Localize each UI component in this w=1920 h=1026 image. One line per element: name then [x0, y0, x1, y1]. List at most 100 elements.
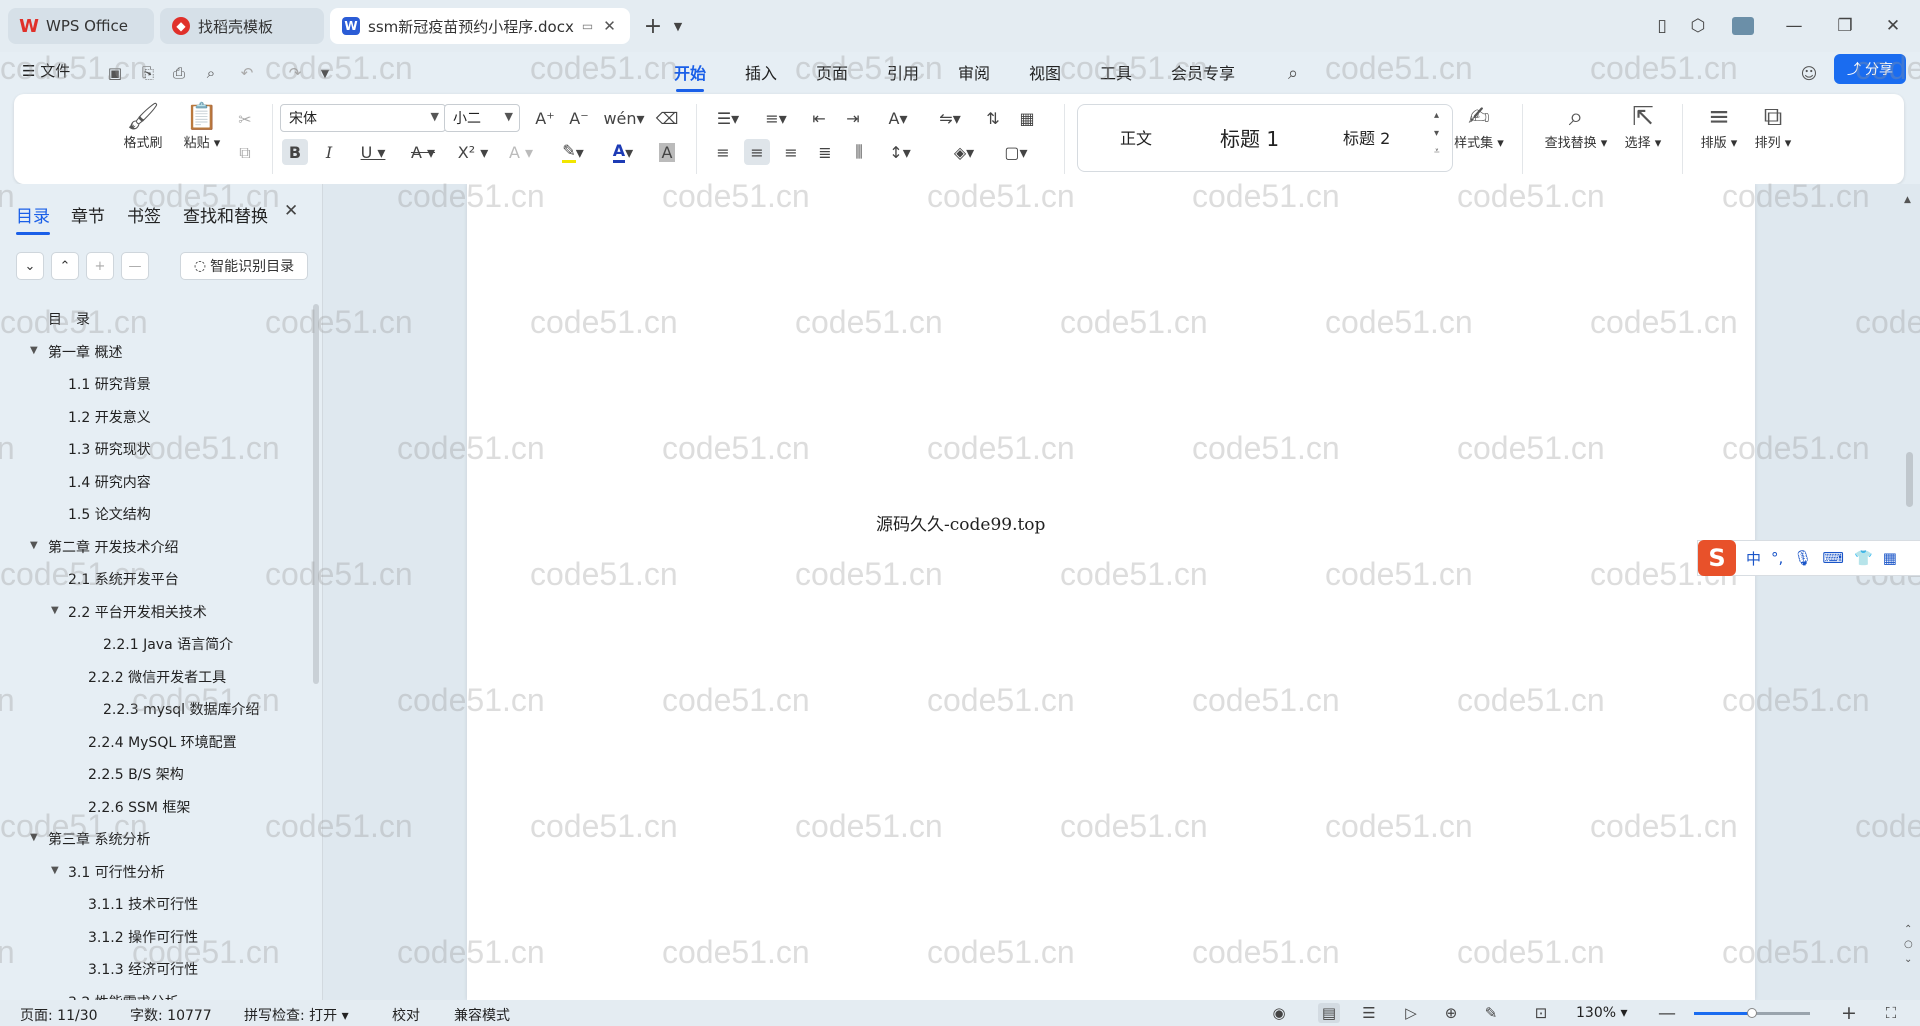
- find-replace-button[interactable]: ⌕ 查找替换 ▾: [1536, 102, 1616, 151]
- expand-triangle-icon[interactable]: ▼: [30, 832, 38, 843]
- show-marks-icon[interactable]: ▦: [1014, 105, 1040, 131]
- expand-triangle-icon[interactable]: ▼: [30, 345, 38, 356]
- panel-tab-toc[interactable]: 目录: [16, 202, 50, 235]
- text-direction-icon[interactable]: A▾: [880, 105, 916, 131]
- tab-list-chevron-icon[interactable]: ▼: [663, 12, 693, 40]
- export-icon[interactable]: ⎘: [137, 62, 159, 84]
- page-nav-icon[interactable]: ⌃ ○ ⌄: [1904, 922, 1913, 967]
- scroll-up-icon[interactable]: ▲: [1904, 195, 1911, 205]
- toc-item[interactable]: 2.2 平台开发相关技术: [68, 602, 207, 622]
- zoom-out-icon[interactable]: —: [1656, 1003, 1678, 1024]
- style-heading-2[interactable]: 标题 2: [1343, 125, 1390, 149]
- decrease-indent-icon[interactable]: ⇤: [806, 105, 832, 131]
- monitor-icon[interactable]: ▭: [582, 19, 593, 33]
- toc-item[interactable]: 1.2 开发意义: [68, 407, 151, 427]
- pen-icon[interactable]: ✎: [1480, 1003, 1502, 1023]
- fullscreen-icon[interactable]: ⛶: [1880, 1003, 1902, 1023]
- clear-format-icon[interactable]: ⌫: [654, 105, 680, 131]
- tab-document[interactable]: W ssm新冠疫苗预约小程序.docx ▭ ✕: [330, 8, 630, 44]
- menu-member[interactable]: 会员专享: [1171, 60, 1235, 84]
- bullets-icon[interactable]: ☰▾: [710, 105, 746, 131]
- close-tab-icon[interactable]: ✕: [603, 17, 616, 35]
- ime-chinese-toggle[interactable]: 中: [1746, 548, 1761, 569]
- sort-icon[interactable]: ⇅: [980, 105, 1006, 131]
- microphone-icon[interactable]: 🎙: [1793, 549, 1812, 567]
- zoom-slider-knob[interactable]: [1747, 1008, 1757, 1018]
- file-menu[interactable]: ☰ 文件: [22, 60, 70, 81]
- toc-item[interactable]: 1.3 研究现状: [68, 439, 151, 459]
- format-painter-button[interactable]: 🖌 格式刷: [118, 102, 168, 151]
- grow-font-icon[interactable]: A⁺: [532, 105, 558, 131]
- panel-tab-chapters[interactable]: 章节: [71, 202, 105, 227]
- menu-home[interactable]: 开始: [674, 60, 706, 92]
- highlight-icon[interactable]: ✎ ▾: [554, 139, 592, 165]
- underline-icon[interactable]: U ▾: [354, 139, 392, 165]
- play-icon[interactable]: ▷: [1400, 1003, 1422, 1023]
- line-spacing-icon[interactable]: ↕▾: [882, 139, 918, 165]
- toc-item[interactable]: 2.2.3 mysql 数据库介绍: [103, 699, 260, 719]
- toc-item[interactable]: 1.1 研究背景: [68, 374, 151, 394]
- shrink-font-icon[interactable]: A⁻: [566, 105, 592, 131]
- zoom-level-select[interactable]: 130% ▾: [1576, 1005, 1628, 1021]
- select-button[interactable]: ⇱ 选择 ▾: [1618, 102, 1668, 151]
- expand-triangle-icon[interactable]: ▼: [30, 540, 38, 551]
- superscript-icon[interactable]: X² ▾: [454, 139, 492, 165]
- toc-item[interactable]: 1.4 研究内容: [68, 472, 151, 492]
- remove-heading-icon[interactable]: —: [121, 252, 149, 280]
- document-page[interactable]: [467, 184, 1755, 1000]
- menu-tools[interactable]: 工具: [1100, 60, 1132, 84]
- fit-page-icon[interactable]: ⊡: [1530, 1003, 1552, 1023]
- zoom-in-icon[interactable]: +: [1838, 1002, 1860, 1024]
- style-normal[interactable]: 正文: [1120, 125, 1152, 149]
- toc-item[interactable]: 第三章 系统分析: [48, 829, 150, 849]
- text-effect-icon[interactable]: A ▾: [504, 139, 538, 165]
- search-icon[interactable]: ⌕: [1282, 62, 1304, 84]
- minimize-icon[interactable]: —: [1779, 12, 1809, 40]
- sogou-logo-icon[interactable]: S: [1698, 540, 1736, 576]
- smart-toc-button[interactable]: ◌ 智能识别目录: [180, 252, 308, 280]
- undo-icon[interactable]: ↶: [236, 62, 258, 84]
- bold-icon[interactable]: B: [282, 139, 308, 165]
- expand-triangle-icon[interactable]: ▼: [51, 865, 59, 876]
- toc-item[interactable]: 2.2.4 MySQL 环境配置: [88, 732, 237, 752]
- tab-wps-office[interactable]: W WPS Office: [8, 8, 154, 44]
- numbering-icon[interactable]: ≡▾: [758, 105, 794, 131]
- web-view-icon[interactable]: ⊕: [1440, 1003, 1462, 1023]
- toc-item[interactable]: 3.1.3 经济可行性: [88, 959, 198, 979]
- align-center-icon[interactable]: ≡: [744, 139, 770, 165]
- user-avatar-icon[interactable]: [1728, 12, 1758, 40]
- panel-tab-find-replace[interactable]: 查找和替换: [183, 202, 268, 227]
- document-text[interactable]: 源码久久-code99.top: [876, 510, 1045, 535]
- print-preview-icon[interactable]: ⌕: [200, 62, 222, 84]
- skin-shirt-icon[interactable]: 👕: [1854, 549, 1873, 567]
- cut-icon[interactable]: ✂: [232, 106, 258, 132]
- increase-indent-icon[interactable]: ⇥: [840, 105, 866, 131]
- phonetic-guide-icon[interactable]: wén▾: [603, 105, 644, 131]
- vertical-scroll-thumb[interactable]: [1906, 452, 1913, 507]
- justify-icon[interactable]: ≣: [812, 139, 838, 165]
- close-panel-icon[interactable]: ✕: [284, 201, 298, 221]
- menu-references[interactable]: 引用: [887, 60, 919, 84]
- layout-button[interactable]: ≡ 排版 ▾: [1694, 102, 1744, 151]
- menu-page[interactable]: 页面: [816, 60, 848, 84]
- toc-item[interactable]: 第二章 开发技术介绍: [48, 537, 178, 557]
- align-left-icon[interactable]: ≡: [710, 139, 736, 165]
- close-window-icon[interactable]: ✕: [1878, 12, 1908, 40]
- toc-item[interactable]: 3.1.1 技术可行性: [88, 894, 198, 914]
- panel-tab-bookmarks[interactable]: 书签: [127, 202, 161, 227]
- add-heading-icon[interactable]: +: [86, 252, 114, 280]
- char-shading-icon[interactable]: A: [654, 139, 680, 165]
- expand-triangle-icon[interactable]: ▼: [51, 605, 59, 616]
- distribute-icon[interactable]: ⫼: [846, 139, 872, 165]
- menu-insert[interactable]: 插入: [745, 60, 777, 84]
- zoom-slider[interactable]: [1694, 1008, 1810, 1018]
- align-right-icon[interactable]: ≡: [778, 139, 804, 165]
- font-size-select[interactable]: 小二 ▼: [444, 104, 520, 132]
- font-color-icon[interactable]: A ▾: [604, 139, 642, 165]
- share-button[interactable]: ⤴ 分享: [1834, 54, 1906, 84]
- shading-icon[interactable]: ◈▾: [946, 139, 982, 165]
- expand-up-icon[interactable]: ⌃: [51, 252, 79, 280]
- style-heading-1[interactable]: 标题 1: [1220, 123, 1279, 152]
- italic-icon[interactable]: I: [316, 139, 342, 165]
- toc-item[interactable]: 2.2.5 B/S 架构: [88, 764, 184, 784]
